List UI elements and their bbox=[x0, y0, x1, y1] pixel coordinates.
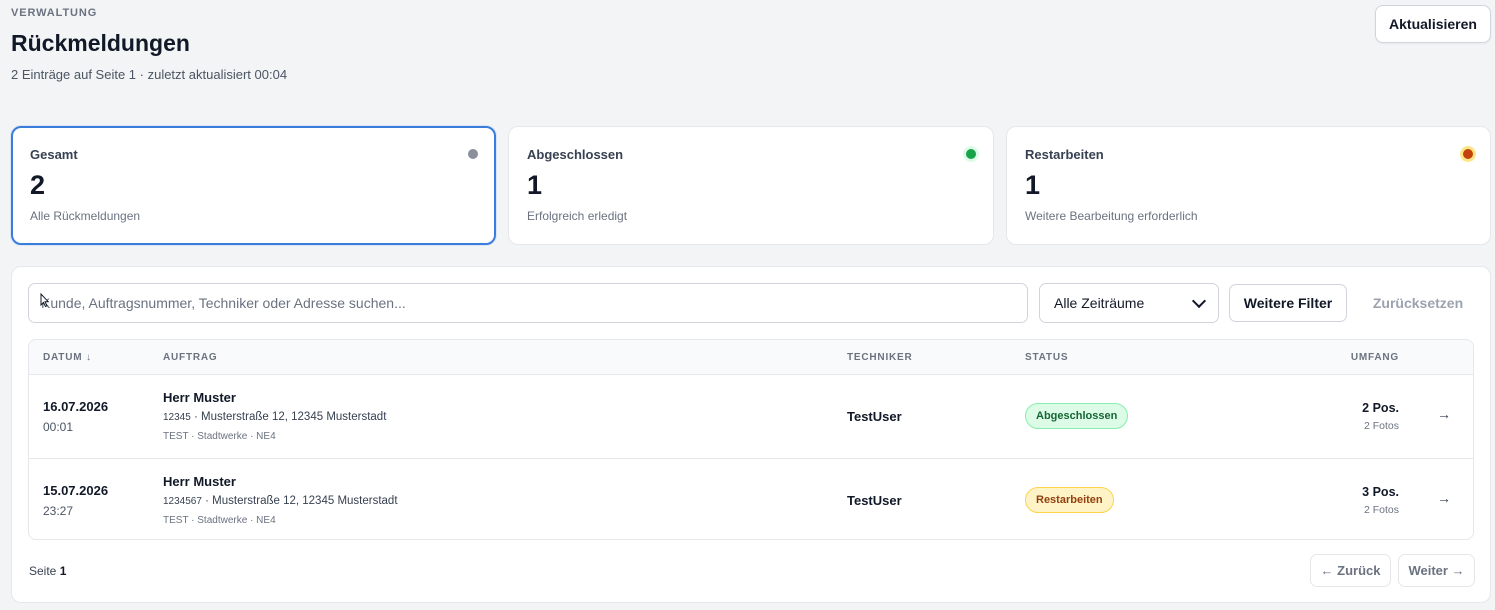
period-select[interactable]: Alle Zeiträume bbox=[1039, 283, 1219, 323]
search-input[interactable] bbox=[28, 283, 1028, 323]
column-header-date[interactable]: DATUM ↓ bbox=[43, 352, 92, 363]
prev-page-button[interactable]: ← Zurück bbox=[1310, 554, 1391, 587]
column-header-scope: UMFANG bbox=[1350, 352, 1399, 363]
page-indicator: Seite 1 bbox=[29, 564, 66, 578]
reset-button[interactable]: Zurücksetzen bbox=[1359, 284, 1477, 322]
stat-label: Restarbeiten bbox=[1025, 147, 1104, 162]
status-dot-icon bbox=[1463, 149, 1473, 159]
status-badge: Restarbeiten bbox=[1025, 487, 1114, 513]
cursor-icon bbox=[40, 293, 49, 307]
row-meta: TEST · Stadtwerke · NE4 bbox=[163, 515, 276, 526]
order-number: 1234567 bbox=[163, 496, 202, 507]
row-date: 15.07.2026 bbox=[43, 483, 109, 498]
results-table: DATUM ↓ AUFTRAG TECHNIKER STATUS UMFANG … bbox=[28, 339, 1474, 540]
row-date: 16.07.2026 bbox=[43, 399, 109, 414]
column-header-status: STATUS bbox=[1025, 352, 1069, 363]
stat-card-completed[interactable]: Abgeschlossen 1 Erfolgreich erledigt bbox=[508, 126, 994, 245]
address-text: · Musterstraße 12, 12345 Musterstadt bbox=[201, 495, 398, 507]
refresh-button[interactable]: Aktualisieren bbox=[1375, 5, 1491, 43]
stat-value: 1 bbox=[527, 170, 543, 200]
row-address: 12345 · Musterstraße 12, 12345 Mustersta… bbox=[163, 411, 386, 423]
row-customer: Herr Muster bbox=[163, 390, 236, 405]
row-photos: 2 Fotos bbox=[1363, 420, 1399, 432]
status-badge: Abgeschlossen bbox=[1025, 403, 1129, 429]
status-dot-icon bbox=[468, 149, 478, 159]
period-select-value: Alle Zeiträume bbox=[1054, 295, 1145, 311]
column-header-technician: TECHNIKER bbox=[847, 352, 913, 363]
order-number: 12345 bbox=[163, 412, 191, 423]
next-page-button[interactable]: Weiter → bbox=[1398, 554, 1475, 587]
table-header: DATUM ↓ AUFTRAG TECHNIKER STATUS UMFANG bbox=[29, 340, 1473, 375]
row-meta: TEST · Stadtwerke · NE4 bbox=[163, 431, 276, 442]
row-time: 23:27 bbox=[43, 504, 74, 518]
arrow-right-icon[interactable]: → bbox=[1437, 406, 1451, 422]
stat-description: Alle Rückmeldungen bbox=[30, 209, 141, 223]
row-address: 1234567 · Musterstraße 12, 12345 Musters… bbox=[163, 495, 398, 507]
column-header-order: AUFTRAG bbox=[163, 352, 218, 363]
row-photos: 2 Fotos bbox=[1363, 504, 1399, 516]
stat-card-total[interactable]: Gesamt 2 Alle Rückmeldungen bbox=[11, 126, 496, 245]
stat-description: Erfolgreich erledigt bbox=[527, 209, 628, 223]
results-panel: Alle Zeiträume Weitere Filter Zurücksetz… bbox=[11, 266, 1491, 603]
page-title: Rückmeldungen bbox=[11, 30, 190, 56]
stat-value: 2 bbox=[30, 170, 46, 200]
address-text: · Musterstraße 12, 12345 Musterstadt bbox=[190, 411, 387, 423]
stat-card-rework[interactable]: Restarbeiten 1 Weitere Bearbeitung erfor… bbox=[1006, 126, 1491, 245]
row-time: 00:01 bbox=[43, 420, 74, 434]
status-dot-icon bbox=[966, 149, 976, 159]
row-customer: Herr Muster bbox=[163, 474, 236, 489]
stat-description: Weitere Bearbeitung erforderlich bbox=[1025, 209, 1198, 223]
page-subtitle: 2 Einträge auf Seite 1 · zuletzt aktuali… bbox=[11, 67, 288, 82]
table-row[interactable]: 15.07.2026 23:27 Herr Muster 1234567 · M… bbox=[29, 458, 1473, 539]
stat-label: Abgeschlossen bbox=[527, 147, 624, 162]
page-number: 1 bbox=[59, 564, 67, 578]
more-filters-button[interactable]: Weitere Filter bbox=[1229, 284, 1347, 322]
chevron-down-icon bbox=[1191, 293, 1207, 308]
row-technician: TestUser bbox=[847, 493, 902, 508]
arrow-right-icon[interactable]: → bbox=[1437, 490, 1451, 506]
row-positions: 3 Pos. bbox=[1362, 485, 1399, 499]
row-technician: TestUser bbox=[847, 409, 902, 424]
overline: VERWALTUNG bbox=[11, 7, 98, 19]
page-label: Seite bbox=[29, 564, 57, 578]
table-row[interactable]: 16.07.2026 00:01 Herr Muster 12345 · Mus… bbox=[29, 375, 1473, 458]
stat-value: 1 bbox=[1025, 170, 1041, 200]
stat-label: Gesamt bbox=[30, 147, 78, 162]
row-positions: 2 Pos. bbox=[1362, 401, 1399, 415]
